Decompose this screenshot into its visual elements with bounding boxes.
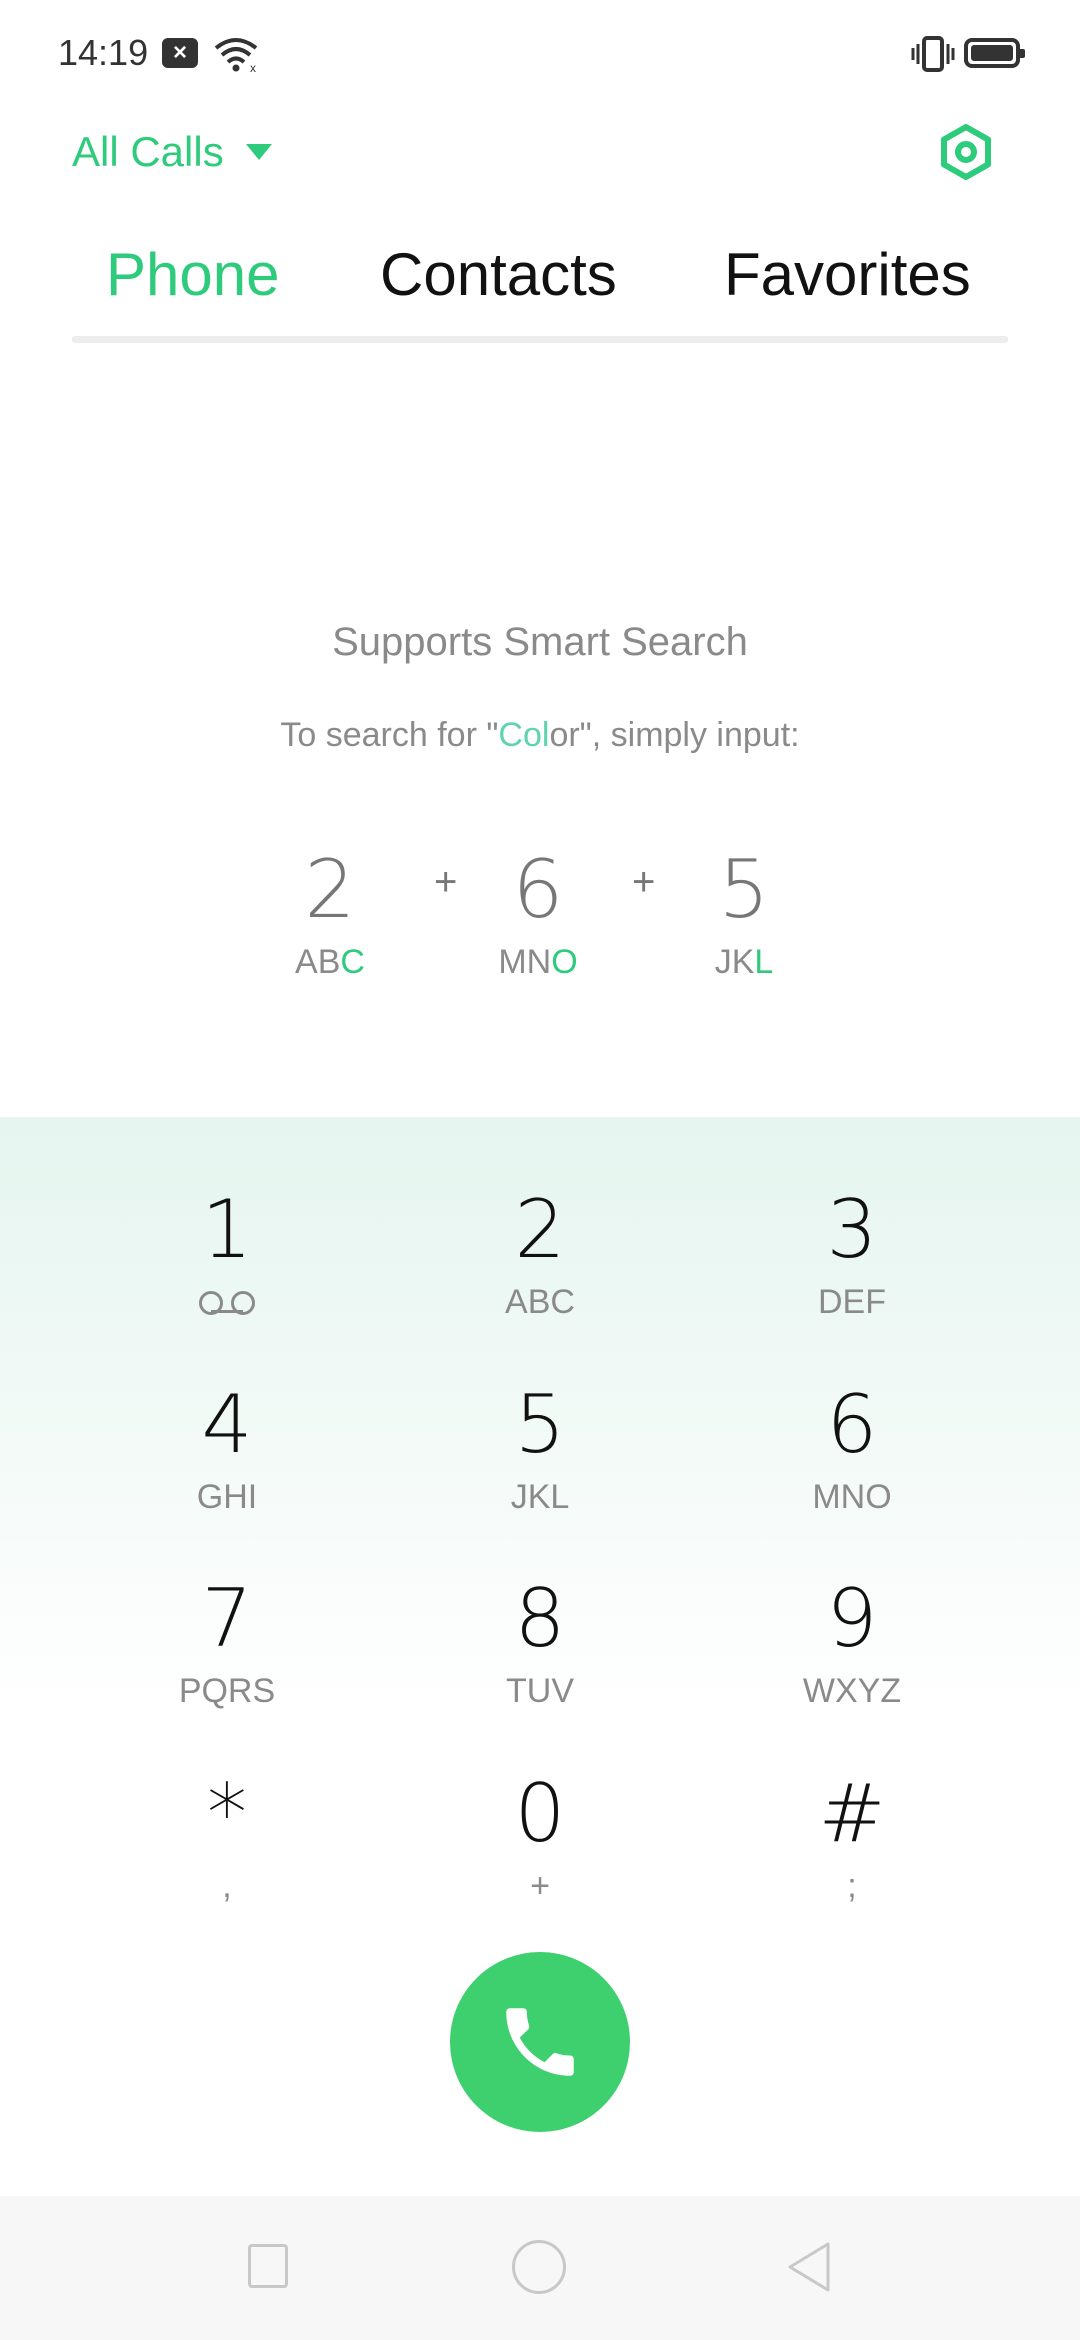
key-2[interactable]: 2 ABC xyxy=(440,1180,640,1350)
square-icon[interactable] xyxy=(248,2244,288,2288)
key-7[interactable]: 7 PQRS xyxy=(127,1569,327,1739)
key-0[interactable]: 0 + xyxy=(440,1764,640,1934)
key-3[interactable]: 3 DEF xyxy=(752,1180,952,1350)
key-5[interactable]: 5 JKL xyxy=(440,1375,640,1545)
key-1[interactable]: 1 xyxy=(127,1180,327,1350)
tab-favorites[interactable]: Favorites xyxy=(724,230,971,320)
system-nav-bar xyxy=(0,2196,1080,2340)
tab-contacts[interactable]: Contacts xyxy=(380,230,617,320)
key-8[interactable]: 8 TUV xyxy=(440,1569,640,1739)
key-star[interactable]: *, xyxy=(127,1764,327,1934)
example-key-2: 2 ABC xyxy=(295,843,365,981)
example-key-5: 5 JKL xyxy=(714,843,774,981)
status-time: 14:19 xyxy=(58,32,149,73)
wifi-icon: x xyxy=(214,38,258,74)
vibrate-icon xyxy=(911,36,955,72)
key-9[interactable]: 9 WXYZ xyxy=(752,1569,952,1739)
triangle-back-icon[interactable] xyxy=(784,2240,834,2294)
status-bar: 14:19 × x xyxy=(0,0,1080,110)
tab-bar: Phone Contacts Favorites xyxy=(72,230,1008,320)
call-filter-dropdown[interactable]: All Calls xyxy=(72,122,272,182)
call-button[interactable] xyxy=(450,1952,630,2132)
battery-icon xyxy=(964,38,1025,68)
example-key-6: 6 MNO xyxy=(498,843,578,981)
plus-sign: + xyxy=(434,860,458,904)
key-hash[interactable]: #; xyxy=(752,1764,952,1934)
smart-search-title: Supports Smart Search xyxy=(332,620,748,664)
settings-hexagon-icon[interactable] xyxy=(936,122,996,182)
close-box-icon: × xyxy=(162,38,198,68)
call-filter-label: All Calls xyxy=(72,128,224,175)
svg-text:x: x xyxy=(250,61,256,74)
circle-icon[interactable] xyxy=(512,2240,566,2294)
caret-down-icon xyxy=(245,144,272,160)
key-4[interactable]: 4 GHI xyxy=(127,1375,327,1545)
voicemail-icon xyxy=(199,1291,255,1315)
plus-sign: + xyxy=(632,860,656,904)
tab-divider xyxy=(72,336,1008,343)
tab-phone[interactable]: Phone xyxy=(106,230,280,320)
key-6[interactable]: 6 MNO xyxy=(752,1375,952,1545)
phone-icon xyxy=(506,2008,574,2076)
smart-search-subtitle: To search for "Color", simply input: xyxy=(280,716,800,754)
